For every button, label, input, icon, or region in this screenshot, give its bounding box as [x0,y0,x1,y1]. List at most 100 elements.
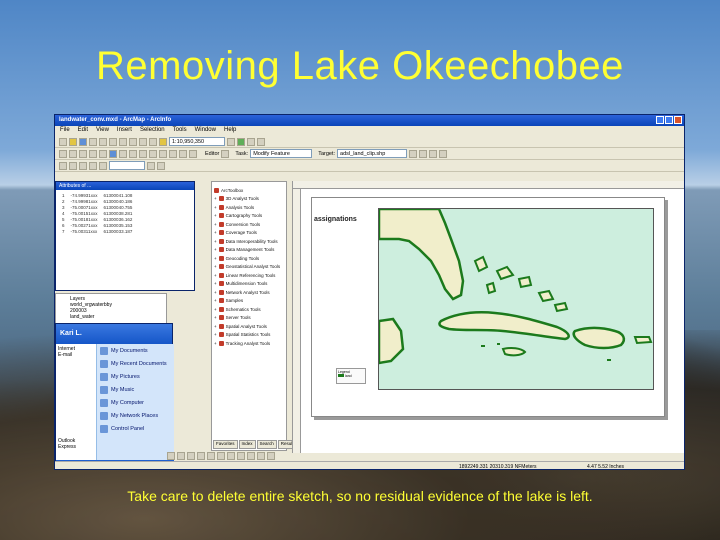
paste-icon[interactable] [119,137,127,146]
zoom-out-icon[interactable] [69,149,77,158]
menu-selection[interactable]: Selection [140,127,165,135]
menu-insert[interactable]: Insert [117,127,132,135]
menu-window[interactable]: Window [195,127,216,135]
zoom-100-icon[interactable] [99,161,107,170]
command-line-icon[interactable] [247,137,255,146]
sketch-properties-icon[interactable] [439,149,448,158]
attribute-table-title[interactable]: Attributes of ... [56,182,194,190]
pan-icon[interactable] [99,149,107,158]
focus-data-frame-icon[interactable] [157,161,165,170]
layout-zoom-input[interactable] [109,161,145,170]
map-data-frame[interactable] [378,208,654,390]
table-row[interactable]: 4 -75.00151xxx 61300038.281 [59,210,135,216]
toolbox-item[interactable]: + Tracking Analyst Tools [214,339,284,348]
toolbox-item[interactable]: + Conversion Tools [214,220,284,229]
start-menu-pinned-item[interactable]: Outlook Express [58,438,94,450]
font-icon[interactable] [217,452,225,460]
delete-icon[interactable] [129,137,137,146]
copy-icon[interactable] [109,137,117,146]
select-features-icon[interactable] [139,149,147,158]
line-color-icon[interactable] [267,452,275,460]
toolbox-root[interactable]: ArcToolbox [214,186,284,195]
toolbox-item[interactable]: + Network Analyst Tools [214,288,284,297]
table-row[interactable]: 6 -75.00271xxx 61300035.153 [59,222,135,228]
help-icon[interactable] [257,137,265,146]
undo-icon[interactable] [139,137,147,146]
measure-icon[interactable] [179,149,187,158]
menu-tools[interactable]: Tools [173,127,187,135]
toolbox-item[interactable]: + Schematics Tools [214,305,284,314]
map-title[interactable]: assignations [314,216,357,223]
layout-view[interactable]: assignations Legend land [292,181,684,453]
start-menu-pinned-item[interactable]: E-mail [58,352,94,358]
start-menu-my-documents[interactable]: My Documents [97,344,174,357]
start-menu-my-music[interactable]: My Music [97,383,174,396]
table-row[interactable]: 3 -75.00071xxx 61300040.755 [59,204,135,210]
layout-zoom-out-icon[interactable] [69,161,77,170]
task-select[interactable]: Modify Feature [250,149,313,158]
toolbox-item[interactable]: + Analysis Tools [214,203,284,212]
italic-icon[interactable] [237,452,245,460]
table-row[interactable]: 7 -75.00311xxx 61300033.187 [59,228,135,234]
select-elements-tool-icon[interactable] [167,452,175,460]
toolbox-item[interactable]: + Coverage Tools [214,229,284,238]
new-rectangle-icon[interactable] [197,452,205,460]
toolbox-item[interactable]: + 3D Analyst Tools [214,195,284,204]
start-menu-my-pictures[interactable]: My Pictures [97,370,174,383]
arctoolbox-icon[interactable] [237,137,245,146]
tab-index[interactable]: Index [238,440,256,449]
toolbox-item[interactable]: + Geostatistical Analyst Tools [214,263,284,272]
toolbox-item[interactable]: + Data Interoperability Tools [214,237,284,246]
full-extent-icon[interactable] [109,149,117,158]
editor-toolbar-icon[interactable] [227,137,235,146]
fixed-zoom-out-icon[interactable] [89,149,97,158]
scale-input[interactable]: 1:10,950,350 [169,137,225,146]
new-text-icon[interactable] [207,452,215,460]
tab-favorites[interactable]: Favorites [213,440,238,449]
split-tool-icon[interactable] [409,149,418,158]
back-extent-icon[interactable] [119,149,127,158]
save-icon[interactable] [79,137,87,146]
fixed-zoom-in-icon[interactable] [79,149,87,158]
start-menu-my-computer[interactable]: My Computer [97,396,174,409]
open-icon[interactable] [69,137,77,146]
layout-zoom-in-icon[interactable] [59,161,67,170]
start-menu-my-recent-documents[interactable]: My Recent Documents [97,357,174,370]
sketch-tool-icon[interactable] [221,149,230,158]
editor-menu[interactable]: Editor [205,151,219,157]
add-data-icon[interactable] [159,137,167,146]
zoom-in-icon[interactable] [59,149,67,158]
rotate-element-icon[interactable] [177,452,185,460]
identify-icon[interactable] [159,149,167,158]
start-menu-control-panel[interactable]: Control Panel [97,422,174,435]
toggle-draft-mode-icon[interactable] [147,161,155,170]
new-icon[interactable] [59,137,67,146]
menu-file[interactable]: File [60,127,70,135]
close-button[interactable] [674,116,682,124]
bold-icon[interactable] [227,452,235,460]
toolbox-item[interactable]: + Multidimension Tools [214,280,284,289]
map-legend[interactable]: Legend land [336,368,366,384]
hyperlink-icon[interactable] [189,149,197,158]
start-menu-my-network-places[interactable]: My Network Places [97,409,174,422]
target-select[interactable]: adsl_land_clip.shp [337,149,408,158]
table-row[interactable]: 2 -74.99981xxx 61300040.186 [59,198,135,204]
toolbox-item[interactable]: + Spatial Statistics Tools [214,331,284,340]
minimize-button[interactable] [656,116,664,124]
toolbox-item[interactable]: + Linear Referencing Tools [214,271,284,280]
redo-icon[interactable] [149,137,157,146]
toolbox-item[interactable]: + Samples [214,297,284,306]
attributes-icon[interactable] [429,149,438,158]
menu-help[interactable]: Help [224,127,236,135]
select-elements-icon[interactable] [149,149,157,158]
toolbox-item[interactable]: + Geocoding Tools [214,254,284,263]
find-icon[interactable] [169,149,177,158]
zoom-to-selected-icon[interactable] [187,452,195,460]
print-icon[interactable] [89,137,97,146]
toc-item[interactable]: land_water [70,314,152,320]
underline-icon[interactable] [247,452,255,460]
toolbox-item[interactable]: + Server Tools [214,314,284,323]
menu-view[interactable]: View [96,127,109,135]
forward-extent-icon[interactable] [129,149,137,158]
maximize-button[interactable] [665,116,673,124]
